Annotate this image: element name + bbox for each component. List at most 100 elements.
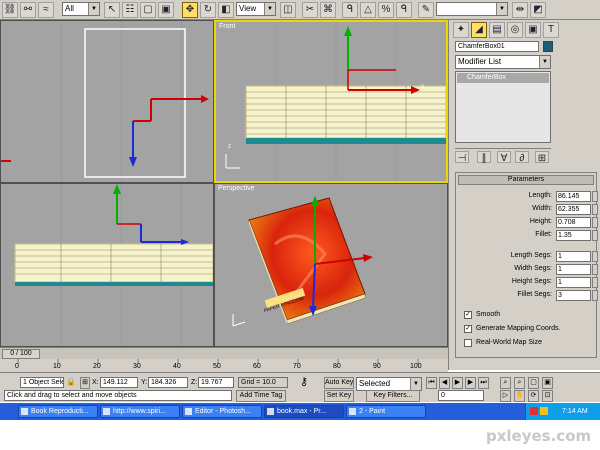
spinner-snap-icon[interactable]: ᑫ xyxy=(396,2,412,18)
utilities-tab-icon[interactable]: T xyxy=(543,22,559,38)
key-filters-button[interactable]: Key Filters... xyxy=(366,390,420,402)
task-photoshop[interactable]: Editor - Photosh... xyxy=(182,405,262,418)
object-color-swatch[interactable] xyxy=(543,41,553,52)
create-tab-icon[interactable]: ✦ xyxy=(453,22,469,38)
time-slider[interactable]: 0 / 100 xyxy=(0,347,448,359)
length-spinner[interactable]: 86.145 xyxy=(556,191,591,202)
snap-icon[interactable]: ᑫ xyxy=(342,2,358,18)
angle-snap-icon[interactable]: △ xyxy=(360,2,376,18)
smooth-checkbox[interactable]: ✓ xyxy=(464,311,472,319)
modify-tab-icon[interactable]: ◢ xyxy=(471,22,487,38)
maximize-viewport-icon[interactable]: ⊡ xyxy=(542,390,553,402)
named-sel-icon[interactable]: ✎ xyxy=(418,2,434,18)
window-icon[interactable]: ▣ xyxy=(158,2,174,18)
move-icon[interactable]: ✥ xyxy=(182,2,198,18)
fillet-spinner[interactable]: 1.35 xyxy=(556,230,591,241)
x-coordinate-field[interactable]: 149.112 xyxy=(100,377,138,388)
prev-frame-icon[interactable]: ◀ xyxy=(439,377,450,389)
scale-icon[interactable]: ◧ xyxy=(218,2,234,18)
task-paint[interactable]: 2 - Paint xyxy=(346,405,426,418)
display-tab-icon[interactable]: ▣ xyxy=(525,22,541,38)
percent-snap-icon[interactable]: % xyxy=(378,2,394,18)
mapping-coords-checkbox[interactable]: ✓ xyxy=(464,325,472,333)
spinner-arrows-icon[interactable] xyxy=(592,204,598,215)
keyboard-shortcut-icon[interactable]: ⌘ xyxy=(320,2,336,18)
task-book-reproduction[interactable]: Book Reproducti... xyxy=(18,405,98,418)
current-frame-field[interactable]: 0 xyxy=(438,390,484,401)
spinner-arrows-icon[interactable] xyxy=(592,264,598,275)
clock[interactable]: 7:14 AM xyxy=(562,403,588,420)
height-segs-spinner[interactable]: 1 xyxy=(556,277,591,288)
tray-icon[interactable] xyxy=(540,407,548,415)
orbit-icon[interactable]: ⟳ xyxy=(528,390,539,402)
key-icon[interactable]: ⚷ xyxy=(300,375,316,389)
task-3dsmax[interactable]: book.max - Pr... xyxy=(264,405,344,418)
fov-icon[interactable]: ▷ xyxy=(500,390,511,402)
spinner-arrows-icon[interactable] xyxy=(592,230,598,241)
goto-end-icon[interactable]: ⏭ xyxy=(478,377,489,389)
fillet-segs-spinner[interactable]: 3 xyxy=(556,290,591,301)
height-spinner[interactable]: 0.708 xyxy=(556,217,591,228)
spinner-arrows-icon[interactable] xyxy=(592,251,598,262)
unlink-icon[interactable]: ⚯ xyxy=(20,2,36,18)
pivot-icon[interactable]: ◫ xyxy=(280,2,296,18)
spinner-arrows-icon[interactable] xyxy=(592,290,598,301)
pan-icon[interactable]: ✋ xyxy=(514,390,525,402)
rect-region-icon[interactable]: ▢ xyxy=(140,2,156,18)
spinner-arrows-icon[interactable] xyxy=(592,217,598,228)
zoom-all-icon[interactable]: ⌕ xyxy=(514,377,525,389)
bind-icon[interactable]: ≈ xyxy=(38,2,54,18)
viewport-perspective[interactable]: Perspective PAPER KINGDOM xyxy=(214,183,448,347)
mirror-icon[interactable]: ⇹ xyxy=(512,2,528,18)
configure-sets-icon[interactable]: ⊞ xyxy=(535,151,549,164)
lock-icon[interactable]: 🔒 xyxy=(66,377,76,388)
width-segs-spinner[interactable]: 1 xyxy=(556,264,591,275)
viewport-left[interactable] xyxy=(0,183,214,347)
time-slider-thumb[interactable]: 0 / 100 xyxy=(2,349,40,359)
width-spinner[interactable]: 62.355 xyxy=(556,204,591,215)
named-selection-dropdown[interactable]: ▼ xyxy=(436,2,508,16)
remove-modifier-icon[interactable]: ∂ xyxy=(515,151,529,164)
y-coordinate-field[interactable]: 184.326 xyxy=(148,377,188,388)
goto-start-icon[interactable]: ⏮ xyxy=(426,377,437,389)
select-icon[interactable]: ↖ xyxy=(104,2,120,18)
spinner-arrows-icon[interactable] xyxy=(592,277,598,288)
transform-mode-icon[interactable]: ⊞ xyxy=(80,377,90,389)
modifier-list-dropdown[interactable]: Modifier List ▼ xyxy=(455,55,551,69)
real-world-map-checkbox[interactable] xyxy=(464,339,472,347)
auto-key-button[interactable]: Auto Key xyxy=(324,377,354,389)
spinner-arrows-icon[interactable] xyxy=(592,191,598,202)
axis-label-x: x xyxy=(421,84,424,90)
hierarchy-tab-icon[interactable]: ▤ xyxy=(489,22,505,38)
task-browser[interactable]: http://www.spiri... xyxy=(100,405,180,418)
stack-item[interactable]: ChamferBox xyxy=(457,73,549,83)
play-icon[interactable]: ▶ xyxy=(452,377,463,389)
select-name-icon[interactable]: ☷ xyxy=(122,2,138,18)
next-frame-icon[interactable]: ▶ xyxy=(465,377,476,389)
zoom-icon[interactable]: ⌕ xyxy=(500,377,511,389)
show-end-result-icon[interactable]: ∥ xyxy=(477,151,491,164)
rollout-title[interactable]: Parameters xyxy=(458,175,594,185)
viewport-front[interactable]: Front z x xyxy=(214,20,448,183)
z-coordinate-field[interactable]: 19.767 xyxy=(198,377,234,388)
rotate-icon[interactable]: ↻ xyxy=(200,2,216,18)
zoom-extents-all-icon[interactable]: ▣ xyxy=(542,377,553,389)
viewport-top[interactable] xyxy=(0,20,214,183)
align-icon[interactable]: ◩ xyxy=(530,2,546,18)
key-selection-dropdown[interactable]: Selected ▼ xyxy=(356,377,422,391)
viewport-perspective-scene xyxy=(232,196,373,327)
link-icon[interactable]: ⛓ xyxy=(2,2,18,18)
tray-icon[interactable] xyxy=(530,407,538,415)
add-time-tag-button[interactable]: Add Time Tag xyxy=(236,390,286,402)
track-bar[interactable]: 0 10 20 30 40 50 60 70 80 90 100 xyxy=(0,359,448,372)
motion-tab-icon[interactable]: ◎ xyxy=(507,22,523,38)
select-manipulate-icon[interactable]: ✂ xyxy=(302,2,318,18)
pin-stack-icon[interactable]: ⊣ xyxy=(455,151,469,164)
selection-filter-dropdown[interactable]: All ▼ xyxy=(62,2,100,16)
zoom-extents-icon[interactable]: ▢ xyxy=(528,377,539,389)
reference-coord-dropdown[interactable]: View ▼ xyxy=(236,2,276,16)
make-unique-icon[interactable]: ∀ xyxy=(497,151,511,164)
length-segs-spinner[interactable]: 1 xyxy=(556,251,591,262)
set-key-button[interactable]: Set Key xyxy=(324,390,354,402)
object-name-field[interactable]: ChamferBox01 xyxy=(455,41,539,52)
